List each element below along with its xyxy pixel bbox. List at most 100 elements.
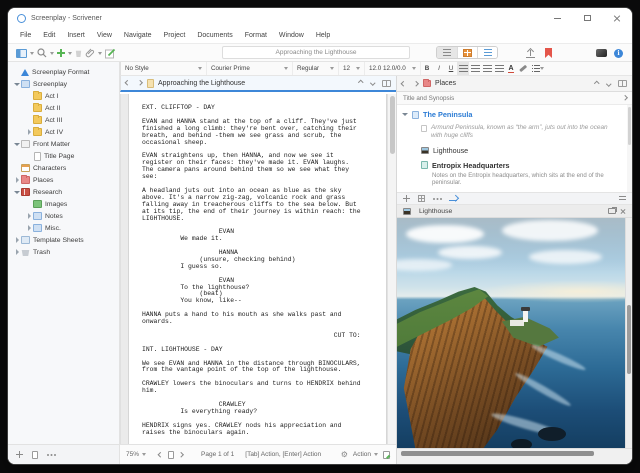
italic-button[interactable]: I bbox=[433, 62, 445, 75]
title-bar[interactable]: Screenplay - Scrivener bbox=[8, 8, 632, 28]
maximize-button[interactable] bbox=[572, 8, 602, 28]
close-icon[interactable] bbox=[620, 208, 626, 214]
sidebar-item-characters[interactable]: Characters bbox=[8, 162, 119, 174]
menu-view[interactable]: View bbox=[91, 32, 118, 39]
text-color-button[interactable]: A bbox=[505, 62, 517, 75]
outline-synopsis-peninsula[interactable]: Armund Peninsula, known as “the arm”, ju… bbox=[397, 124, 632, 140]
chevron-right-icon[interactable] bbox=[27, 129, 31, 135]
outline-scrollbar[interactable] bbox=[627, 105, 632, 192]
add-icon[interactable] bbox=[403, 195, 410, 202]
menu-documents[interactable]: Documents bbox=[191, 32, 238, 39]
forward-icon[interactable] bbox=[412, 81, 418, 86]
font-dropdown[interactable]: Courier Prime bbox=[207, 62, 293, 75]
chevron-down-icon[interactable] bbox=[402, 113, 408, 116]
menu-edit[interactable]: Edit bbox=[37, 32, 61, 39]
jump-to-icon[interactable] bbox=[449, 196, 457, 201]
style-dropdown[interactable]: No Style bbox=[121, 62, 207, 75]
menu-window[interactable]: Window bbox=[273, 32, 310, 39]
chevron-right-icon[interactable] bbox=[15, 237, 19, 243]
search-icon[interactable] bbox=[37, 48, 47, 58]
forward-icon[interactable] bbox=[136, 80, 142, 86]
scrollbar-thumb[interactable] bbox=[628, 107, 631, 145]
more-icon[interactable] bbox=[47, 453, 49, 456]
chevron-down-icon[interactable] bbox=[98, 51, 102, 55]
zoom-dropdown[interactable]: 75% bbox=[126, 451, 147, 458]
menu-format[interactable]: Format bbox=[239, 32, 273, 39]
sidebar-item-act-iii[interactable]: Act III bbox=[8, 114, 119, 126]
document-title-field[interactable]: Approaching the Lighthouse bbox=[222, 46, 410, 59]
sidebar-item-act-ii[interactable]: Act II bbox=[8, 102, 119, 114]
menu-file[interactable]: File bbox=[14, 32, 37, 39]
bold-button[interactable]: B bbox=[421, 62, 433, 75]
sidebar-item-screenplay-format[interactable]: Screenplay Format bbox=[8, 66, 119, 78]
previous-document-icon[interactable] bbox=[358, 80, 364, 86]
chevron-right-icon[interactable] bbox=[15, 177, 19, 183]
scrollbar-thumb[interactable] bbox=[401, 451, 594, 456]
font-weight-dropdown[interactable]: Regular bbox=[293, 62, 339, 75]
align-right-button[interactable] bbox=[481, 62, 493, 75]
chevron-down-icon[interactable] bbox=[14, 190, 20, 194]
sidebar-item-images[interactable]: Images bbox=[8, 198, 119, 210]
add-icon[interactable] bbox=[16, 451, 23, 458]
quick-reference-icon[interactable] bbox=[596, 49, 607, 57]
add-item-icon[interactable] bbox=[57, 49, 65, 57]
scrollbar-thumb[interactable] bbox=[389, 96, 395, 154]
sidebar-item-front-matter[interactable]: Front Matter bbox=[8, 138, 119, 150]
split-editor-icon[interactable] bbox=[618, 80, 627, 87]
menu-navigate[interactable]: Navigate bbox=[118, 32, 158, 39]
list-button[interactable] bbox=[529, 62, 547, 75]
more-icon[interactable] bbox=[433, 197, 435, 200]
chevron-right-icon[interactable] bbox=[27, 225, 31, 231]
split-editor-icon[interactable] bbox=[382, 79, 391, 87]
sidebar-item-title-page[interactable]: Title Page bbox=[8, 150, 119, 162]
chevron-down-icon[interactable] bbox=[68, 51, 72, 55]
compose-icon[interactable] bbox=[105, 48, 116, 59]
sidebar-item-places[interactable]: Places bbox=[8, 174, 119, 186]
share-icon[interactable] bbox=[526, 49, 535, 58]
bookmark-icon[interactable] bbox=[545, 48, 552, 58]
outline-view-button[interactable] bbox=[477, 47, 497, 58]
highlight-button[interactable] bbox=[517, 62, 529, 75]
editor-scrollbar[interactable] bbox=[387, 94, 396, 444]
font-size-dropdown[interactable]: 12 bbox=[339, 62, 365, 75]
next-page-icon[interactable] bbox=[177, 452, 183, 457]
sidebar-item-screenplay[interactable]: Screenplay bbox=[8, 78, 119, 90]
align-left-button[interactable] bbox=[457, 62, 469, 75]
title-synopsis-bar[interactable]: Title and Synopsis bbox=[397, 92, 632, 105]
screenplay-text[interactable]: EXT. CLIFFTOP - DAY EVAN and HANNA stand… bbox=[129, 94, 386, 437]
open-in-editor-icon[interactable] bbox=[608, 207, 617, 214]
paperclip-icon[interactable] bbox=[85, 48, 95, 58]
sidebar-item-research[interactable]: Research bbox=[8, 186, 119, 198]
next-document-icon[interactable] bbox=[605, 81, 611, 86]
sidebar-item-trash[interactable]: Trash bbox=[8, 246, 119, 258]
sidebar-item-notes[interactable]: Notes bbox=[8, 210, 119, 222]
scrollbar-thumb[interactable] bbox=[627, 305, 631, 375]
chevron-down-icon[interactable] bbox=[30, 51, 34, 55]
back-icon[interactable] bbox=[401, 81, 407, 86]
back-icon[interactable] bbox=[125, 80, 131, 86]
align-center-button[interactable] bbox=[469, 62, 481, 75]
sidebar-item-act-i[interactable]: Act I bbox=[8, 90, 119, 102]
gear-icon[interactable]: ⚙ bbox=[341, 450, 348, 459]
chevron-right-icon[interactable] bbox=[27, 213, 31, 219]
outline-item-entropix[interactable]: Entropix Headquarters bbox=[397, 161, 632, 170]
next-document-icon[interactable] bbox=[369, 80, 375, 86]
list-view-icon[interactable] bbox=[619, 195, 626, 202]
script-mode-icon[interactable] bbox=[383, 450, 390, 459]
new-document-icon[interactable] bbox=[32, 450, 38, 459]
chevron-down-icon[interactable] bbox=[50, 51, 54, 55]
binder-toggle-icon[interactable] bbox=[16, 48, 27, 58]
trash-icon[interactable] bbox=[75, 50, 82, 57]
underline-button[interactable]: U bbox=[445, 62, 457, 75]
close-button[interactable] bbox=[602, 8, 632, 28]
chevron-right-icon[interactable] bbox=[15, 249, 19, 255]
outline-note-entropix[interactable]: Notes on the Entropix headquarters, whic… bbox=[397, 172, 632, 186]
sidebar-item-template-sheets[interactable]: Template Sheets bbox=[8, 234, 119, 246]
outline-item-peninsula[interactable]: The Peninsula bbox=[397, 110, 632, 119]
copyholder-header[interactable]: Lighthouse bbox=[397, 205, 632, 218]
align-justify-button[interactable] bbox=[493, 62, 505, 75]
line-spacing-dropdown[interactable]: 12.0 12.0/0.0 bbox=[365, 62, 421, 75]
inspector-info-icon[interactable]: i bbox=[614, 48, 623, 58]
previous-document-icon[interactable] bbox=[594, 81, 600, 86]
photo-horizontal-scrollbar[interactable] bbox=[397, 448, 632, 457]
